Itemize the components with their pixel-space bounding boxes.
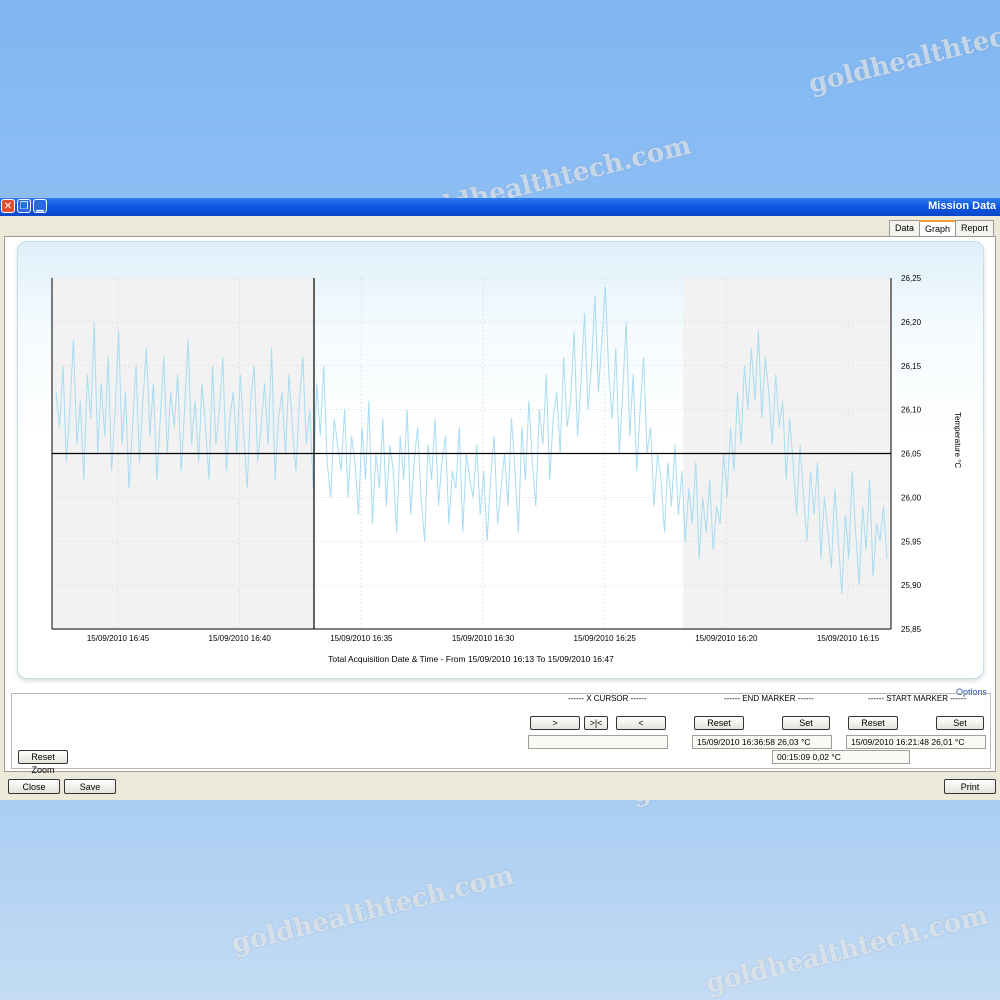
- cursor-center-button[interactable]: >|<: [584, 716, 608, 730]
- y-axis-label: Temperature °C: [953, 412, 962, 468]
- tab-graph[interactable]: Graph: [918, 220, 956, 236]
- x-tick-label: 15/09/2010 16:25: [574, 634, 637, 643]
- start-set-button[interactable]: Set: [936, 716, 984, 730]
- y-tick-label: 25,85: [901, 625, 922, 634]
- temperature-chart[interactable]: 26,25 26,20 26,15 26,10 26,05 26,00 25,95 25,90…: [18, 242, 983, 678]
- options-box: ------ START MARKER ------ Set Reset 15/…: [11, 693, 991, 775]
- end-set-button[interactable]: Set: [782, 716, 830, 730]
- save-button[interactable]: Save: [64, 779, 116, 794]
- close-button[interactable]: Close: [8, 779, 60, 794]
- y-tick-label: 25,95: [901, 537, 922, 546]
- print-button[interactable]: Print: [944, 779, 996, 794]
- tab-strip: Report Graph Data: [888, 220, 994, 236]
- start-marker-value: 15/09/2010 16:21:48 26,01 °C: [846, 735, 986, 749]
- watermark: goldhealthtech.com: [805, 0, 1000, 100]
- title-bar[interactable]: ✕ ❐ ▁ Mission Data: [0, 198, 1000, 216]
- start-marker-title: ------ START MARKER ------: [868, 694, 967, 703]
- x-tick-label: 15/09/2010 16:35: [330, 634, 393, 643]
- x-tick-label: 15/09/2010 16:30: [452, 634, 515, 643]
- minimize-icon[interactable]: ▁: [33, 199, 47, 213]
- chart-card: 26,25 26,20 26,15 26,10 26,05 26,00 25,95 25,90…: [17, 241, 984, 679]
- restore-icon[interactable]: ❐: [17, 199, 31, 213]
- y-tick-label: 26,20: [901, 318, 922, 327]
- graph-panel: 26,25 26,20 26,15 26,10 26,05 26,00 25,95 25,90…: [4, 236, 996, 775]
- y-tick-label: 26,25: [901, 274, 922, 283]
- y-tick-labels: 26,25 26,20 26,15 26,10 26,05 26,00 25,95 25,90…: [901, 274, 922, 634]
- y-tick-label: 26,05: [901, 450, 922, 459]
- close-icon[interactable]: ✕: [1, 199, 15, 213]
- x-tick-label: 15/09/2010 16:45: [87, 634, 150, 643]
- cursor-value: [528, 735, 668, 749]
- cursor-next-button[interactable]: >: [530, 716, 580, 730]
- x-tick-label: 15/09/2010 16:40: [209, 634, 272, 643]
- y-tick-label: 26,15: [901, 362, 922, 371]
- marker-duration-value: 00:15:09 0,02 °C: [772, 750, 910, 764]
- tab-report[interactable]: Report: [954, 220, 994, 236]
- x-tick-label: 15/09/2010 16:15: [817, 634, 880, 643]
- y-tick-label: 25,90: [901, 581, 922, 590]
- y-tick-label: 26,10: [901, 406, 922, 415]
- x-tick-label: 15/09/2010 16:20: [695, 634, 758, 643]
- window-title: Mission Data: [928, 200, 996, 212]
- x-cursor-title: ------ X CURSOR ------: [568, 694, 647, 703]
- end-marker-title: ------ END MARKER ------: [724, 694, 814, 703]
- start-reset-button[interactable]: Reset: [848, 716, 898, 730]
- tab-data[interactable]: Data: [888, 220, 920, 236]
- watermark: goldhealthtech.com: [702, 900, 992, 1000]
- watermark: goldhealthtech.com: [228, 860, 518, 960]
- reset-zoom-button[interactable]: Reset Zoom: [18, 750, 68, 775]
- mission-data-window: ✕ ❐ ▁ Mission Data Report Graph Data 26,…: [0, 198, 1000, 800]
- x-tick-labels: 15/09/2010 16:45 15/09/2010 16:40 15/09/20…: [87, 634, 880, 643]
- end-marker-value: 15/09/2010 16:36:58 26,03 °C: [692, 735, 832, 749]
- cursor-prev-button[interactable]: <: [616, 716, 666, 730]
- x-axis-label: Total Acquisition Date & Time - From 15/…: [328, 654, 614, 664]
- end-reset-button[interactable]: Reset: [694, 716, 744, 730]
- y-tick-label: 26,00: [901, 493, 922, 502]
